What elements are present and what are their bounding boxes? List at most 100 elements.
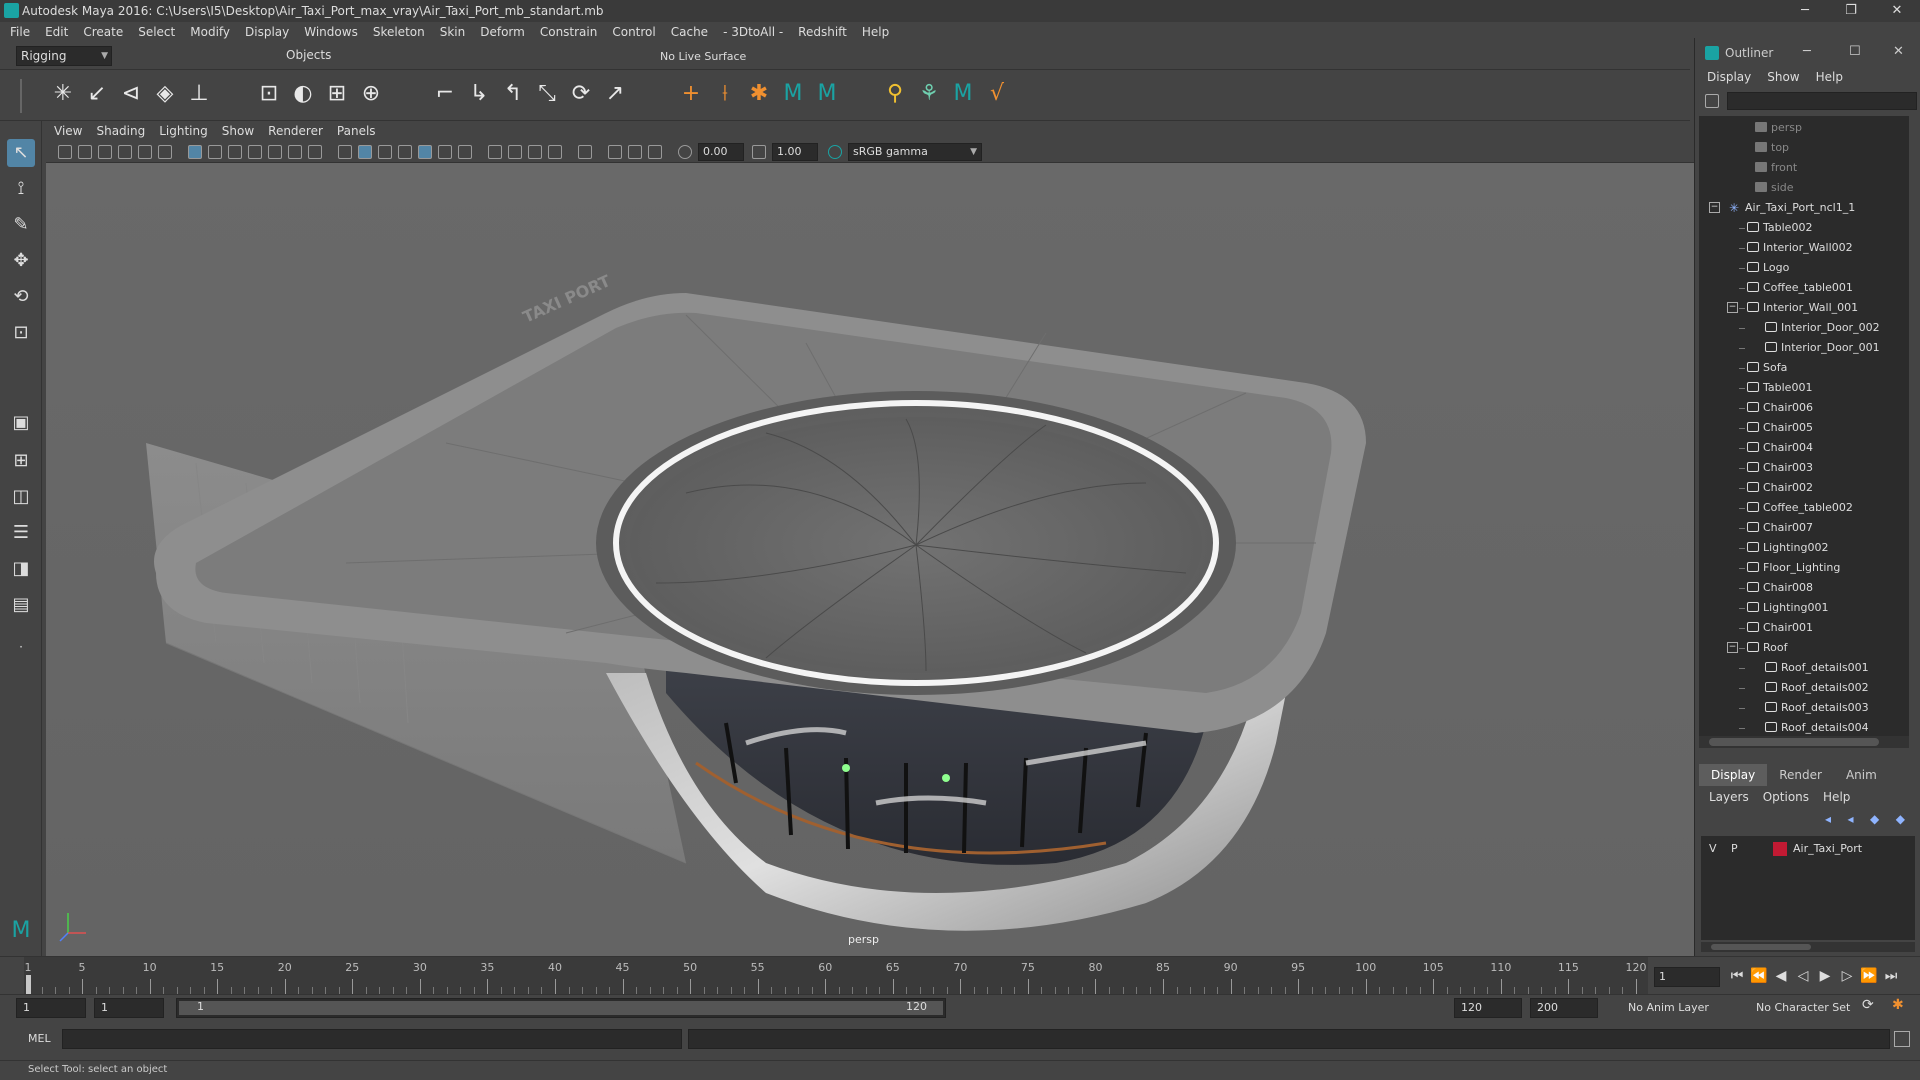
current-frame-field[interactable]: 1 bbox=[1654, 967, 1720, 987]
new-layer-from-selection-icon[interactable]: ◆ bbox=[1896, 812, 1905, 828]
camera-attributes-icon[interactable] bbox=[78, 145, 92, 159]
menu-modify[interactable]: Modify bbox=[190, 25, 230, 39]
outliner-item[interactable]: Floor_Lighting bbox=[1747, 558, 1840, 578]
play-forward-icon[interactable]: ▶ bbox=[1814, 965, 1836, 987]
insert-joint-icon[interactable]: ◈ bbox=[150, 79, 180, 109]
safe-action-icon[interactable] bbox=[288, 145, 302, 159]
outliner-item[interactable]: Coffee_table001 bbox=[1747, 278, 1853, 298]
anti-aliasing-icon[interactable] bbox=[528, 145, 542, 159]
step-forward-frame-icon[interactable]: ▷ bbox=[1836, 965, 1858, 987]
safe-title-icon[interactable] bbox=[308, 145, 322, 159]
tab-display[interactable]: Display bbox=[1699, 764, 1768, 786]
outliner-item[interactable]: Interior_Door_002 bbox=[1765, 318, 1880, 338]
outliner-tree[interactable]: persp top front side − ✳ Air_Taxi_Port_ncl1_1 T… bbox=[1699, 116, 1909, 736]
script-editor-icon[interactable] bbox=[1894, 1031, 1910, 1047]
maximize-button[interactable]: ❐ bbox=[1828, 0, 1874, 22]
new-layer-icon[interactable]: ◆ bbox=[1870, 812, 1879, 828]
outliner-item[interactable]: front bbox=[1755, 158, 1797, 178]
menu-windows[interactable]: Windows bbox=[304, 25, 358, 39]
viewport-menu-view[interactable]: View bbox=[54, 124, 82, 138]
gate-mask-icon[interactable] bbox=[248, 145, 262, 159]
anim-layer-dropdown[interactable]: No Anim Layer bbox=[1628, 1001, 1709, 1014]
wireframe-icon[interactable] bbox=[338, 145, 352, 159]
outliner-item[interactable]: Interior_Wall002 bbox=[1747, 238, 1853, 258]
filter-icon[interactable] bbox=[1705, 94, 1719, 108]
lattice-icon[interactable]: ⊞ bbox=[322, 79, 352, 109]
paint-select-icon[interactable]: ✎ bbox=[7, 211, 35, 239]
outliner-item[interactable]: Chair008 bbox=[1747, 578, 1813, 598]
gamma-field[interactable]: 1.00 bbox=[772, 143, 818, 161]
bind-skin-icon[interactable]: ⊡ bbox=[254, 79, 284, 109]
minimize-button[interactable]: ─ bbox=[1782, 0, 1828, 22]
mode-selector[interactable]: Rigging ▼ bbox=[16, 46, 112, 66]
move-layer-down-icon[interactable]: ◂ bbox=[1848, 812, 1854, 828]
step-back-frame-icon[interactable]: ◀ bbox=[1770, 965, 1792, 987]
menu-3dtoall[interactable]: - 3DtoAll - bbox=[723, 25, 783, 39]
playback-start-field[interactable]: 1 bbox=[94, 998, 164, 1018]
exposure-icon[interactable] bbox=[678, 145, 692, 159]
animation-start-field[interactable]: 1 bbox=[16, 998, 86, 1018]
live-surface-label[interactable]: No Live Surface bbox=[660, 50, 746, 63]
motion-blur-icon[interactable] bbox=[508, 145, 522, 159]
mirror-joint-icon[interactable]: ⊥ bbox=[184, 79, 214, 109]
layer-row[interactable]: V P Air_Taxi_Port bbox=[1701, 840, 1915, 858]
collapse-icon[interactable]: − bbox=[1727, 642, 1738, 653]
smooth-shade-icon[interactable] bbox=[358, 145, 372, 159]
point-constraint-icon[interactable]: ⌐ bbox=[430, 79, 460, 109]
collapse-icon[interactable]: − bbox=[1709, 202, 1720, 213]
play-backward-icon[interactable]: ◁ bbox=[1792, 965, 1814, 987]
outliner-item[interactable]: Coffee_table002 bbox=[1747, 498, 1853, 518]
layer-playback-toggle[interactable]: P bbox=[1731, 842, 1738, 855]
layout-outliner-icon[interactable]: ☰ bbox=[7, 519, 35, 547]
viewport-menu-shading[interactable]: Shading bbox=[96, 124, 145, 138]
pole-vector-icon[interactable]: ↗ bbox=[600, 79, 630, 109]
auto-key-icon[interactable]: ⟳ bbox=[1862, 997, 1874, 1013]
image-plane-icon[interactable] bbox=[118, 145, 132, 159]
character-set-dropdown[interactable]: No Character Set bbox=[1756, 1001, 1850, 1014]
maya-rig-icon[interactable]: M bbox=[948, 79, 978, 109]
xray-joints-icon[interactable] bbox=[648, 145, 662, 159]
layer-color-swatch[interactable] bbox=[1773, 842, 1787, 856]
parent-constraint-icon[interactable]: ⟳ bbox=[566, 79, 596, 109]
use-all-lights-icon[interactable] bbox=[438, 145, 452, 159]
animation-end-field[interactable]: 200 bbox=[1530, 998, 1598, 1018]
tab-render[interactable]: Render bbox=[1767, 764, 1834, 786]
screen-space-ao-icon[interactable] bbox=[488, 145, 502, 159]
outliner-item[interactable]: top bbox=[1755, 138, 1789, 158]
layout-two-icon[interactable]: ◫ bbox=[7, 483, 35, 511]
outliner-item[interactable]: Chair001 bbox=[1747, 618, 1813, 638]
collapse-icon[interactable]: − bbox=[1727, 302, 1738, 313]
layout-single-icon[interactable]: ▣ bbox=[7, 409, 35, 437]
move-layer-up-icon[interactable]: ◂ bbox=[1825, 812, 1831, 828]
menu-edit[interactable]: Edit bbox=[45, 25, 68, 39]
viewport-menu-renderer[interactable]: Renderer bbox=[268, 124, 323, 138]
menu-constrain[interactable]: Constrain bbox=[540, 25, 598, 39]
quick-rig-icon[interactable]: ⚲ bbox=[880, 79, 910, 109]
outliner-menu-help[interactable]: Help bbox=[1816, 70, 1843, 88]
preferences-icon[interactable]: ✱ bbox=[1892, 997, 1904, 1013]
shadows-icon[interactable] bbox=[458, 145, 472, 159]
outliner-hscrollbar[interactable] bbox=[1699, 736, 1909, 748]
go-to-start-icon[interactable]: ⏮ bbox=[1726, 965, 1748, 987]
orient-constraint-icon[interactable]: ↰ bbox=[498, 79, 528, 109]
outliner-menu-display[interactable]: Display bbox=[1707, 70, 1751, 88]
outliner-item[interactable]: Table002 bbox=[1747, 218, 1812, 238]
current-time-indicator[interactable] bbox=[26, 975, 31, 995]
outliner-item[interactable]: Lighting002 bbox=[1747, 538, 1828, 558]
viewport-menu-show[interactable]: Show bbox=[222, 124, 254, 138]
outliner-item[interactable]: Lighting001 bbox=[1747, 598, 1828, 618]
field-chart-icon[interactable] bbox=[268, 145, 282, 159]
outliner-item[interactable]: Chair003 bbox=[1747, 458, 1813, 478]
tab-anim[interactable]: Anim bbox=[1834, 764, 1889, 786]
isolate-select-icon[interactable] bbox=[578, 145, 592, 159]
selection-mask-selector[interactable]: Objects bbox=[282, 46, 378, 66]
outliner-item[interactable]: Chair002 bbox=[1747, 478, 1813, 498]
outliner-search-input[interactable] bbox=[1727, 92, 1917, 110]
bookmark-icon[interactable] bbox=[98, 145, 112, 159]
scale-tool-icon[interactable]: ⊡ bbox=[7, 319, 35, 347]
wireframe-on-shaded-icon[interactable] bbox=[398, 145, 412, 159]
layer-visibility-toggle[interactable]: V bbox=[1709, 842, 1717, 855]
outliner-item[interactable]: − Roof bbox=[1727, 638, 1787, 658]
mel-input[interactable] bbox=[62, 1029, 682, 1049]
paint-weights-icon[interactable]: ◐ bbox=[288, 79, 318, 109]
